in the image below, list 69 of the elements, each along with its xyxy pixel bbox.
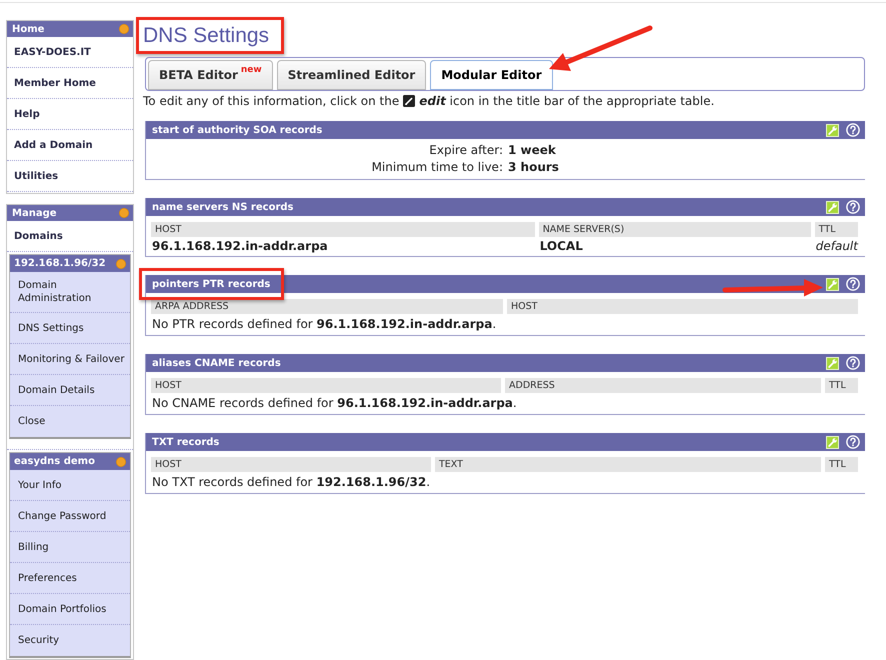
sidebar-link[interactable]: Monitoring & Failover [10, 344, 130, 375]
column-header: HOST [151, 378, 501, 393]
new-label: new [240, 65, 262, 75]
sidebar-link[interactable]: Domain Details [10, 375, 130, 406]
instruction-text: To edit any of this information, click on the [143, 93, 400, 109]
sidebar-link[interactable]: Add a Domain [7, 130, 133, 161]
column-header: HOST [507, 299, 858, 314]
panel-title: pointers PTR records [152, 278, 270, 290]
dot-icon[interactable] [119, 208, 129, 218]
field-value: 3 hours [508, 159, 559, 176]
table-cell-text: default [814, 238, 858, 255]
sidebar-title: Home [12, 24, 44, 34]
column-header: HOST [151, 457, 431, 472]
sidebar-link[interactable]: Member Home [7, 68, 133, 99]
sidebar-link[interactable]: Close [10, 406, 130, 437]
help-icon[interactable] [846, 123, 860, 137]
panel-title: name servers NS records [152, 202, 294, 212]
panel-title: TXT records [152, 436, 220, 448]
column-header: TTL [825, 378, 858, 393]
sidebar-link[interactable]: DNS Settings [10, 313, 130, 344]
help-icon[interactable] [846, 200, 860, 214]
sidebar-title: easydns demo [14, 456, 95, 467]
sidebar-link[interactable]: EASY-DOES.IT [7, 37, 133, 68]
empty-message: No PTR records defined for 96.1.168.192.in-addr.arpa. [151, 316, 498, 333]
editor-tab[interactable]: BETA Editor $^{new}$ [148, 60, 273, 90]
instruction-text: edit icon in the title bar of the appropriate table. [419, 93, 714, 109]
column-header: HOST [151, 222, 535, 237]
field-label: Minimum time to live: [372, 159, 503, 176]
column-header: ARPA ADDRESS [151, 299, 503, 314]
wrench-icon[interactable] [826, 124, 839, 136]
column-header: TEXT [435, 457, 821, 472]
dot-icon[interactable] [119, 24, 129, 34]
wrench-icon[interactable] [826, 436, 839, 448]
table-cell-text: 96.1.168.192.in-addr.arpa [151, 238, 329, 255]
help-icon[interactable] [846, 277, 860, 291]
wrench-icon[interactable] [826, 356, 839, 370]
wrench-icon[interactable] [826, 200, 839, 214]
edit-icon [403, 95, 416, 107]
sidebar-title: Manage [12, 208, 57, 218]
empty-message: No TXT records defined for 192.168.1.96/32. [151, 474, 432, 491]
dot-icon[interactable] [116, 258, 126, 268]
sidebar-link[interactable]: Domain Administration [10, 272, 130, 313]
column-header: NAME SERVER(S) [538, 222, 811, 237]
editor-tab[interactable]: Streamlined Editor [276, 60, 426, 90]
column-header: TTL [825, 457, 858, 472]
sidebar-link[interactable]: Security [10, 625, 130, 656]
help-icon[interactable] [846, 435, 860, 449]
sidebar-title: 192.168.1.96/32 [14, 258, 106, 269]
sidebar-link[interactable]: Utilities [7, 161, 133, 192]
sidebar-link[interactable]: Domains [7, 221, 133, 252]
empty-message: No CNAME records defined for 96.1.168.192.in-addr.arpa. [151, 395, 518, 412]
wrench-icon[interactable] [826, 278, 839, 290]
sidebar-link[interactable]: Preferences [10, 563, 130, 594]
column-header: ADDRESS [505, 378, 821, 393]
sidebar-link[interactable]: Change Password [10, 501, 130, 532]
editor-tab[interactable]: Modular Editor [430, 60, 553, 90]
dot-icon[interactable] [116, 456, 126, 466]
column-header: TTL [814, 222, 858, 237]
sidebar-link[interactable]: Billing [10, 532, 130, 563]
panel-title: start of authority SOA records [152, 124, 322, 136]
sidebar-link[interactable]: Help [7, 99, 133, 130]
field-value: 1 week [508, 142, 556, 159]
field-label: Expire after: [429, 142, 503, 159]
sidebar-link[interactable]: Your Info [10, 470, 130, 501]
sidebar-link[interactable]: Domain Portfolios [10, 594, 130, 625]
help-icon[interactable] [846, 356, 860, 370]
table-cell-text: LOCAL [538, 238, 584, 255]
panel-title: aliases CNAME records [152, 358, 281, 368]
page-title: DNS Settings [143, 24, 270, 48]
